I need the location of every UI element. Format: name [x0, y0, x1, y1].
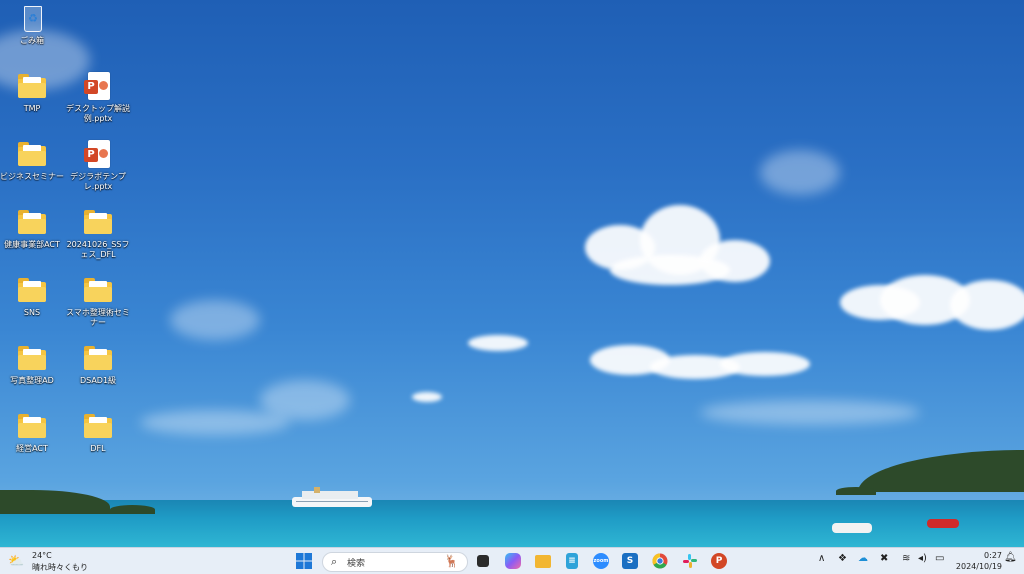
- file-pptx-desktop-example[interactable]: P デスクトップ解説例.pptx: [66, 72, 130, 124]
- folder-icon: [18, 142, 46, 166]
- clock[interactable]: 0:27 2024/10/19: [952, 550, 1002, 572]
- cloud: [950, 280, 1024, 330]
- desktop-wallpaper: ♻ ごみ箱 TMP P デスクトップ解説例.pptx ビジネスセミナー P デジ…: [0, 0, 1024, 547]
- recycle-bin-icon: ♻: [24, 6, 42, 32]
- cloud: [412, 392, 442, 402]
- chevron-up-icon[interactable]: ∧: [818, 553, 825, 564]
- app-s-icon: S: [622, 553, 638, 569]
- search-placeholder: 検索: [347, 559, 366, 569]
- clock-time: 0:27: [984, 551, 1002, 560]
- folder-ss-fes[interactable]: 20241026_SSフェス_DFL: [66, 208, 130, 260]
- folder-icon: [18, 278, 46, 302]
- icon-label: DFL: [90, 444, 106, 453]
- cloud-wisp: [140, 410, 290, 435]
- folder-icon: [18, 346, 46, 370]
- folder-management-act[interactable]: 経営ACT: [0, 412, 64, 454]
- icon-label: 経営ACT: [16, 444, 48, 453]
- speaker-icon[interactable]: ◂): [918, 553, 927, 564]
- copilot-icon: [505, 553, 521, 569]
- folder-icon: [18, 74, 46, 98]
- icon-label: SNS: [23, 308, 41, 317]
- folder-photo-ad[interactable]: 写真整理AD: [0, 344, 64, 386]
- windows-logo-icon: [296, 553, 312, 569]
- jet-ski: [832, 523, 872, 533]
- file-pptx-template[interactable]: P デジラボテンプレ.pptx: [66, 140, 130, 192]
- folder-icon: [18, 210, 46, 234]
- folder-health-act[interactable]: 健康事業部ACT: [0, 208, 64, 250]
- zoom-button[interactable]: zoom: [592, 552, 610, 570]
- partly-cloudy-icon: ⛅: [8, 554, 25, 569]
- search-input[interactable]: ⌕ 検索 🦌: [322, 552, 468, 572]
- folder-icon: [84, 278, 112, 302]
- powerpoint-file-icon: P: [84, 140, 110, 168]
- file-explorer-button[interactable]: [534, 552, 552, 570]
- folder-sns[interactable]: SNS: [0, 276, 64, 318]
- app-s-button[interactable]: S: [621, 552, 639, 570]
- icon-label: スマホ整理術セミナー: [66, 308, 130, 327]
- slack-icon: [683, 554, 697, 568]
- weather-condition: 晴れ時々くもり: [32, 563, 88, 572]
- icon-label: 写真整理AD: [10, 376, 54, 385]
- left-island: [0, 490, 110, 514]
- left-island-small: [110, 505, 155, 514]
- icon-label: 20241026_SSフェス_DFL: [66, 240, 130, 259]
- wifi-icon[interactable]: ≋: [902, 553, 910, 564]
- chrome-icon: [652, 553, 668, 569]
- search-icon: ⌕: [331, 555, 338, 568]
- cloud-wisp: [700, 400, 920, 425]
- start-button[interactable]: [294, 552, 314, 570]
- right-island: [858, 450, 1024, 492]
- notepad-icon: ≡: [566, 553, 578, 569]
- battery-icon[interactable]: ▭: [935, 553, 944, 564]
- slack-button[interactable]: [681, 552, 699, 570]
- search-highlight-icon: 🦌: [444, 554, 459, 568]
- cruise-ship: [292, 487, 372, 507]
- recycle-bin-shortcut[interactable]: ♻ ごみ箱: [0, 4, 64, 46]
- icon-label: TMP: [23, 104, 41, 113]
- zoom-icon: zoom: [593, 553, 609, 569]
- task-view-button[interactable]: [474, 552, 492, 570]
- cloud-wisp: [170, 300, 260, 340]
- notepad-button[interactable]: ≡: [563, 552, 581, 570]
- onedrive-icon[interactable]: ☁: [858, 553, 868, 564]
- copilot-button[interactable]: [504, 552, 522, 570]
- folder-icon: [84, 210, 112, 234]
- folder-smartphone-seminar[interactable]: スマホ整理術セミナー: [66, 276, 130, 328]
- icon-label: デジラボテンプレ.pptx: [70, 172, 126, 191]
- icon-label: ごみ箱: [20, 36, 44, 45]
- weather-temperature: 24°C: [32, 551, 52, 560]
- bell-icon[interactable]: 🔔︎: [1004, 552, 1017, 563]
- jet-ski: [927, 519, 959, 528]
- folder-icon: [84, 346, 112, 370]
- powerpoint-icon: P: [711, 553, 727, 569]
- cloud-wisp: [760, 150, 840, 195]
- folder-business-seminar[interactable]: ビジネスセミナー: [0, 140, 64, 182]
- clock-date: 2024/10/19: [955, 562, 1002, 571]
- folder-icon: [18, 414, 46, 438]
- right-island-small: [836, 487, 876, 495]
- cloud: [610, 255, 730, 285]
- icon-label: ビジネスセミナー: [0, 172, 64, 181]
- taskbar: ⛅ 24°C 晴れ時々くもり ⌕ 検索 🦌 ≡ zoom S P ∧ ❖ ☁ ✖…: [0, 547, 1024, 574]
- folder-icon: [535, 554, 551, 568]
- dropbox-icon[interactable]: ❖: [838, 553, 847, 564]
- icon-label: 健康事業部ACT: [4, 240, 60, 249]
- icon-label: DSAD1級: [79, 376, 117, 385]
- icon-label: デスクトップ解説例.pptx: [66, 104, 130, 123]
- powerpoint-file-icon: P: [84, 72, 110, 100]
- powerpoint-button[interactable]: P: [710, 552, 728, 570]
- folder-icon: [84, 414, 112, 438]
- folder-dfl[interactable]: DFL: [66, 412, 130, 454]
- x-app-icon[interactable]: ✖: [880, 553, 888, 564]
- folder-tmp[interactable]: TMP: [0, 72, 64, 114]
- task-view-icon: [477, 555, 489, 567]
- cloud: [468, 335, 528, 351]
- chrome-button[interactable]: [651, 552, 669, 570]
- folder-dsad[interactable]: DSAD1級: [66, 344, 130, 386]
- cloud: [720, 352, 810, 376]
